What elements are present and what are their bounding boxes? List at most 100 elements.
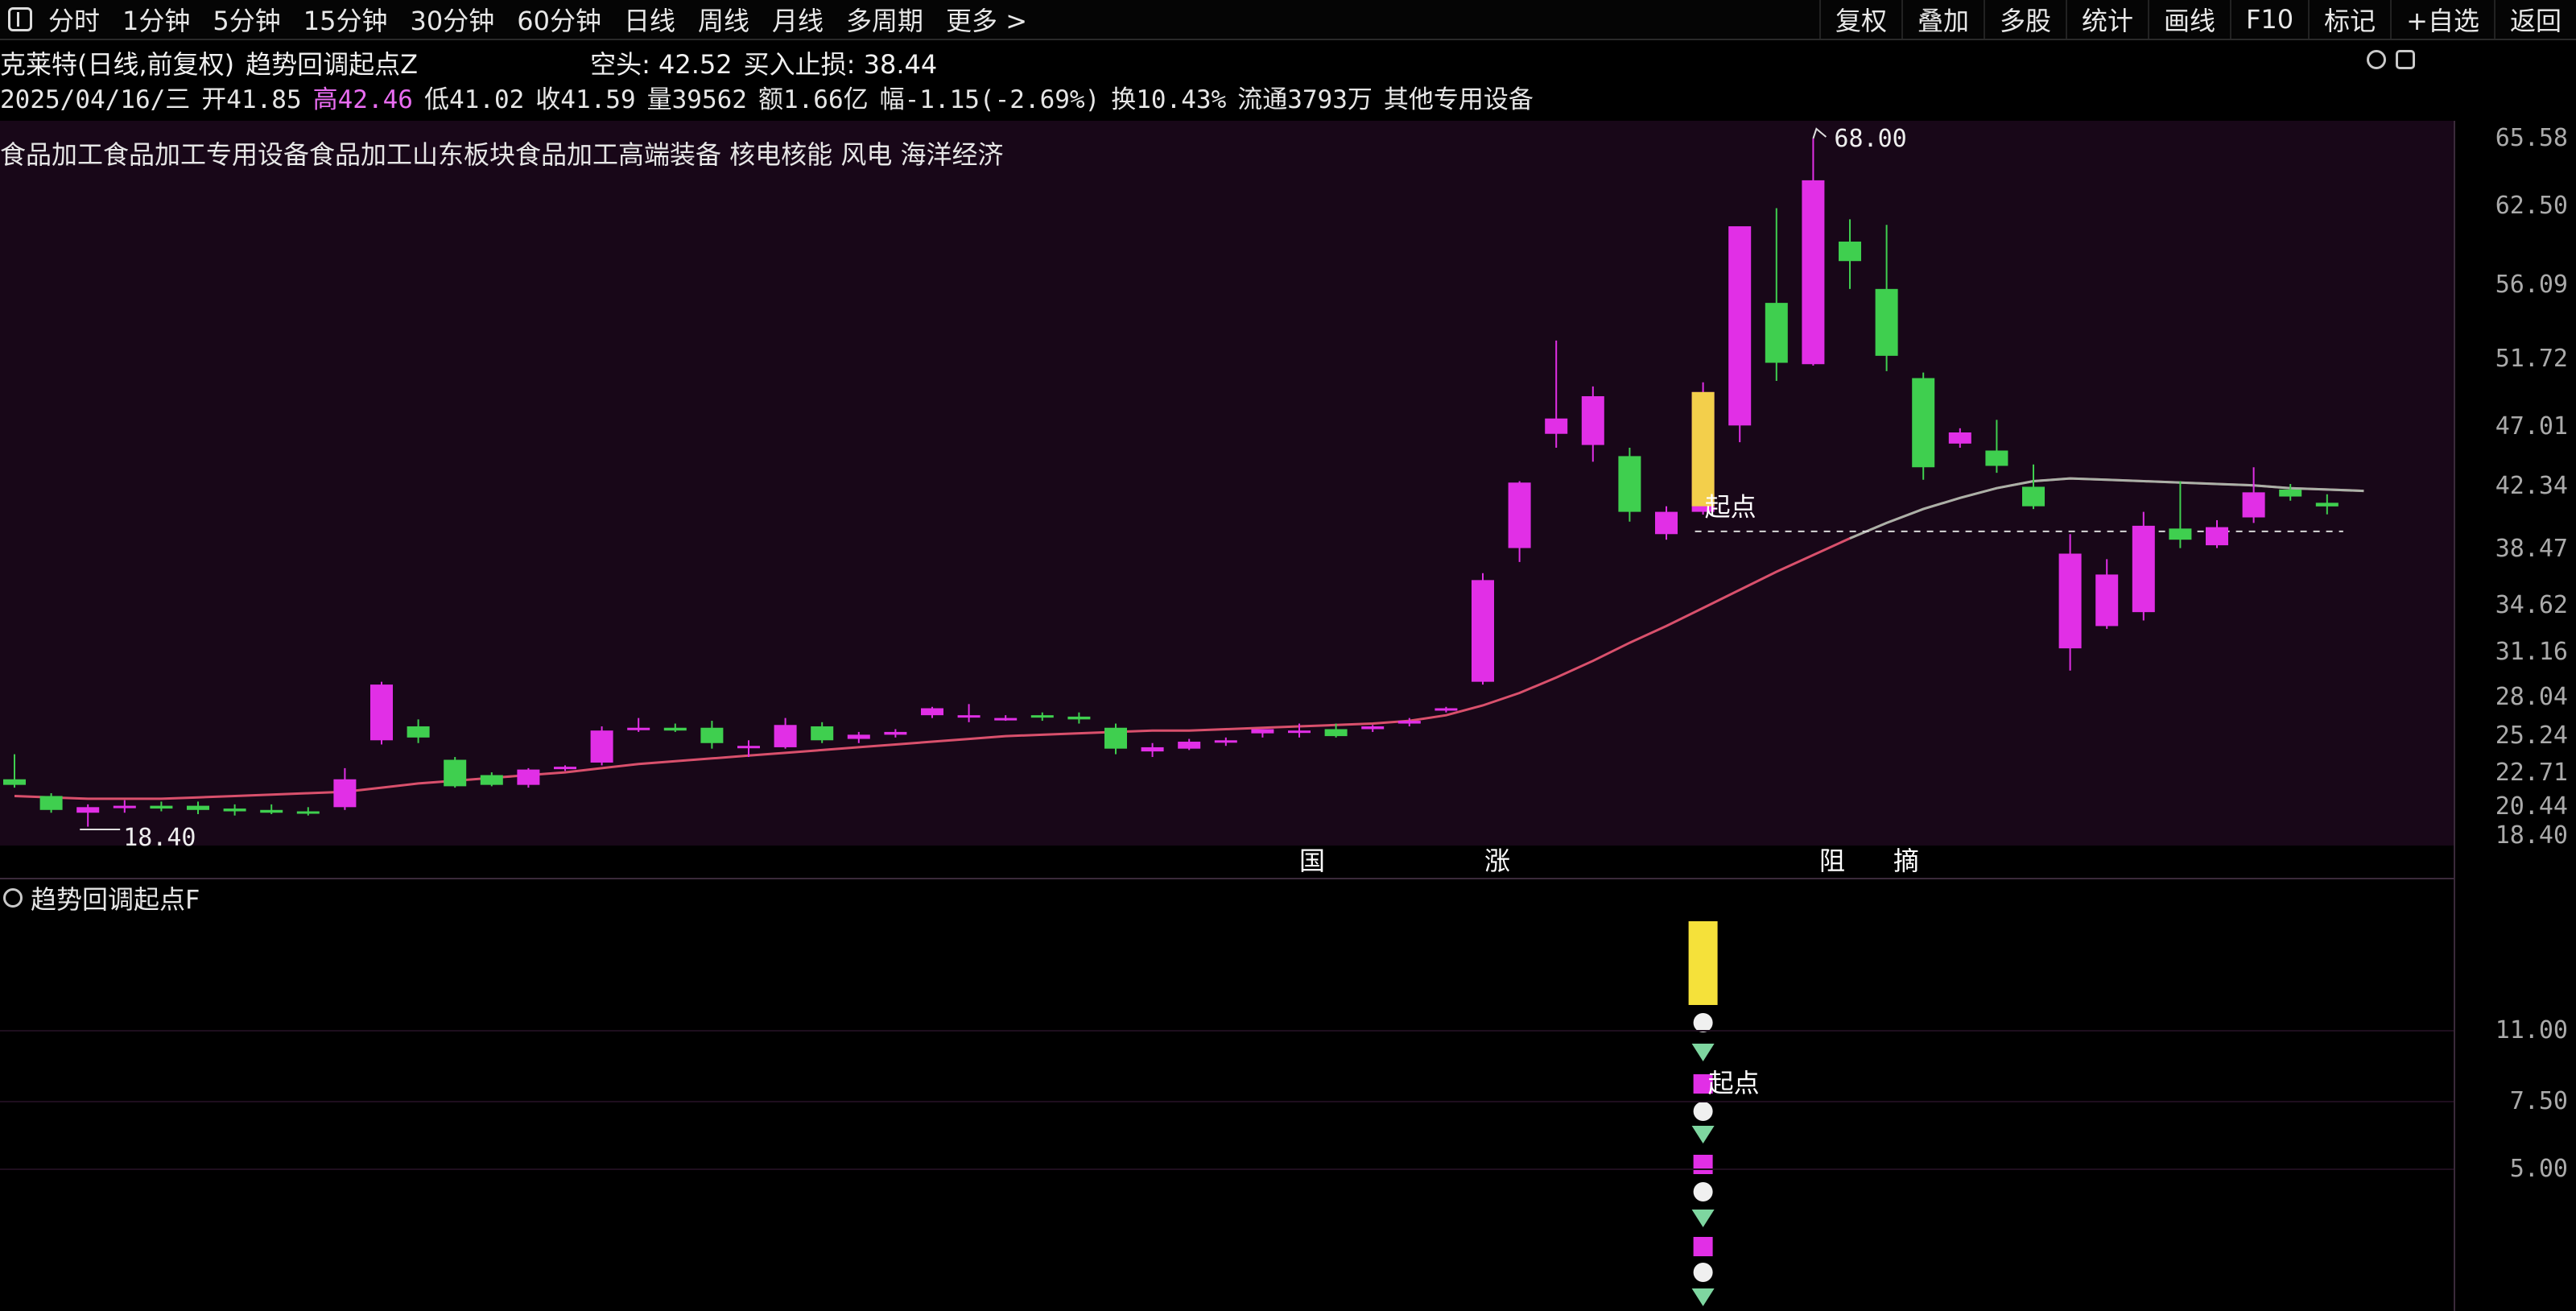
price-axis-label: 28.04 [2495, 683, 2568, 711]
candle-body [1214, 740, 1237, 743]
candle-body [1618, 456, 1641, 512]
candle-body [1948, 432, 1971, 444]
sub-marker-triangle [1691, 1210, 1715, 1227]
price-axis-label: 25.24 [2495, 722, 2568, 750]
mark-zhai: 摘 [1893, 846, 1920, 876]
candle-body [1839, 242, 1861, 262]
candle-body [627, 727, 650, 730]
sub-axis-label: 5.00 [2509, 1155, 2568, 1183]
candle-body [884, 731, 907, 735]
candle-body [2058, 553, 2082, 649]
low-label: 18.40 [123, 824, 196, 852]
sub-axis-label: 11.00 [2495, 1016, 2568, 1044]
sub-marker-circle [1693, 1102, 1713, 1121]
candle-body [1802, 180, 1825, 365]
price-axis-label: 42.34 [2495, 472, 2568, 500]
candle-body [994, 718, 1018, 721]
peak-arrow [1812, 127, 1827, 139]
mark-zhang: 涨 [1484, 846, 1511, 876]
price-axis-label: 34.62 [2495, 591, 2568, 619]
moving-average-line [14, 477, 2364, 800]
candle-body [1508, 482, 1531, 548]
function-tab-8[interactable]: 返回 [2493, 0, 2576, 39]
candle-body [1655, 511, 1678, 535]
candle-body [1728, 225, 1752, 426]
candle-body [1141, 746, 1164, 752]
sub-marker-square [1693, 1155, 1713, 1174]
candle-body [113, 805, 136, 809]
price-axis-label: 18.40 [2495, 821, 2568, 850]
peak-label: 68.00 [1834, 125, 1906, 153]
candle-body [1765, 303, 1788, 363]
sub-marker-triangle [1691, 1126, 1715, 1144]
candle-body [76, 807, 100, 813]
candle-body [1875, 288, 1898, 356]
candle-body [1545, 418, 1568, 434]
candle-body [333, 779, 357, 808]
candle-body [1104, 727, 1127, 749]
sub-marker-circle [1693, 1263, 1713, 1282]
candle-body [3, 779, 26, 785]
candle-body [1361, 726, 1385, 730]
candle-body [223, 809, 246, 812]
candle-body [957, 715, 980, 718]
price-axis-label: 38.47 [2495, 535, 2568, 563]
candle-body [554, 767, 576, 770]
concept-tags: 食品加工食品加工专用设备食品加工山东板块食品加工高端装备 核电核能 风电 海洋经… [0, 139, 1004, 170]
mark-zu: 阻 [1819, 846, 1846, 876]
candle-body [700, 727, 724, 743]
sub-marker-circle [1693, 1182, 1713, 1201]
price-axis-label: 62.50 [2495, 192, 2568, 220]
start-point-label: 起点 [1705, 491, 1757, 522]
candle-body [407, 726, 430, 738]
candle-body [2095, 574, 2119, 627]
candle-body [2169, 528, 2192, 540]
candle-body [260, 809, 283, 813]
sub-marker-triangle [1691, 1288, 1715, 1306]
candlestick-chart: 68.0018.40起点起点 [0, 125, 2454, 1306]
price-axis-label: 51.72 [2495, 345, 2568, 373]
candle-body [774, 725, 797, 747]
price-axis-label: 47.01 [2495, 412, 2568, 440]
signal-bar [1691, 391, 1715, 507]
candle-body [480, 775, 503, 785]
sub-marker-circle [1693, 1013, 1713, 1032]
candle-body [1030, 715, 1054, 718]
candle-body [921, 708, 943, 716]
candle-body [1288, 730, 1311, 734]
candle-body [590, 730, 613, 763]
candle-body [2206, 527, 2228, 546]
price-axis-label: 20.44 [2495, 792, 2568, 821]
sub-marker-triangle [1691, 1044, 1715, 1061]
price-axis-label: 56.09 [2495, 271, 2568, 299]
candle-body [2315, 502, 2339, 507]
candle-body [663, 727, 687, 731]
candle-body [847, 734, 870, 739]
candle-body [2242, 492, 2265, 518]
sub-marker-square [1693, 1237, 1713, 1256]
candle-body [2279, 489, 2302, 497]
sub-axis-label: 7.50 [2509, 1087, 2568, 1115]
candle-body [296, 811, 320, 814]
price-axis: 65.58 62.50 56.09 51.72 47.01 42.34 38.47 34.62… [2454, 121, 2576, 1311]
candle-body [517, 769, 540, 785]
sub-signal-bar [1688, 921, 1718, 1005]
candle-body [444, 759, 467, 787]
candle-body [1178, 742, 1201, 749]
candle-body [1472, 580, 1494, 682]
price-axis-label: 65.58 [2495, 124, 2568, 152]
candle-body [2132, 525, 2155, 613]
candle-body [39, 796, 63, 810]
moving-average-tail [1849, 477, 2364, 540]
candle-body [1067, 716, 1091, 720]
candle-body [150, 805, 173, 809]
candle-body [1985, 450, 2008, 466]
price-axis-label: 22.71 [2495, 759, 2568, 787]
candle-body [187, 805, 209, 810]
candle-body [1581, 396, 1604, 445]
mark-guo: 国 [1299, 846, 1326, 876]
candle-body [737, 746, 760, 749]
price-axis-label: 31.16 [2495, 638, 2568, 666]
candle-body [1251, 729, 1274, 734]
candle-body [2022, 486, 2045, 507]
